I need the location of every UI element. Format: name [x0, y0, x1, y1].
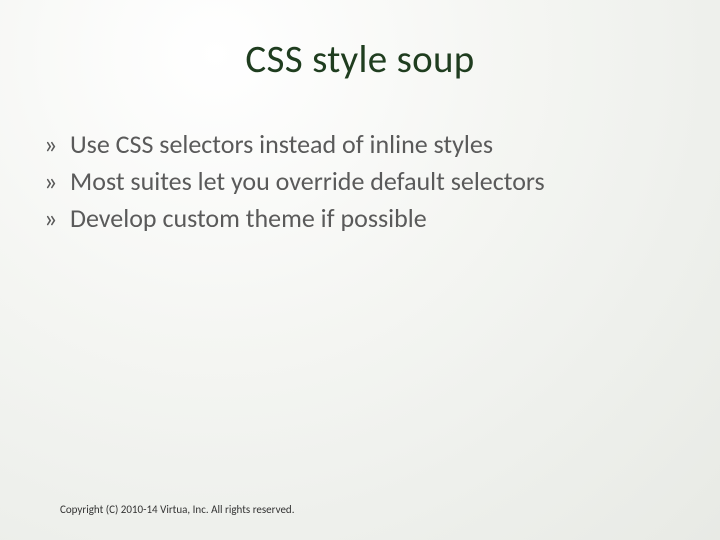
copyright-footer: Copyright (C) 2010-14 Virtua, Inc. All r…	[60, 503, 294, 516]
bullet-list: Use CSS selectors instead of inline styl…	[40, 127, 680, 238]
list-item: Develop custom theme if possible	[44, 201, 680, 236]
slide-title: CSS style soup	[40, 36, 680, 83]
list-item: Use CSS selectors instead of inline styl…	[44, 127, 680, 162]
list-item: Most suites let you override default sel…	[44, 164, 680, 199]
slide: CSS style soup Use CSS selectors instead…	[0, 0, 720, 540]
